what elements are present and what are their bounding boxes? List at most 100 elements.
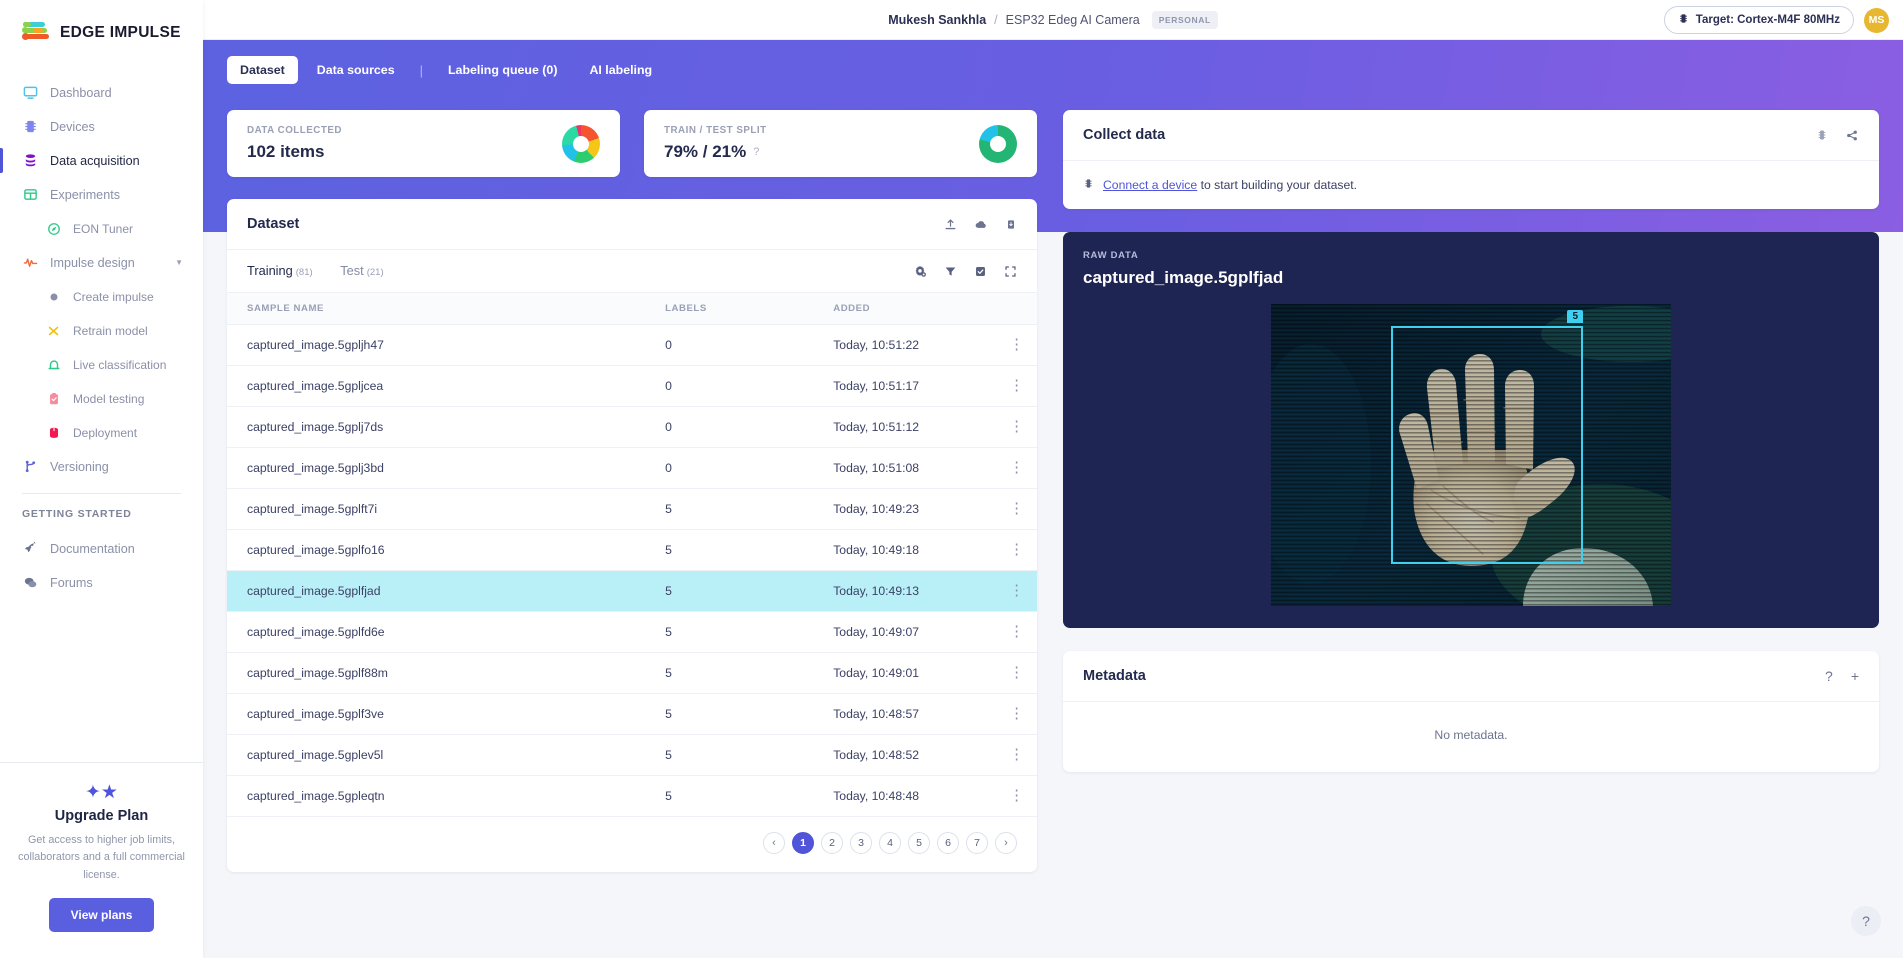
dataset-table-body: captured_image.5gpljh47 0 Today, 10:51:22 ⋮… <box>227 324 1037 817</box>
kebab-menu-icon[interactable]: ⋮ <box>1009 500 1024 517</box>
cell-labels: 5 <box>665 570 834 612</box>
table-row[interactable]: captured_image.5gplj7ds 0 Today, 10:51:12 ⋮ <box>227 406 1037 448</box>
pagination-page-6[interactable]: 6 <box>937 832 959 854</box>
upgrade-plan-text: Get access to higher job limits, collabo… <box>18 833 185 881</box>
settings-gear-icon[interactable] <box>913 264 927 278</box>
sidebar-item-label: Model testing <box>73 391 145 406</box>
kebab-menu-icon[interactable]: ⋮ <box>1009 336 1024 353</box>
sidebar-item-retrain-model[interactable]: Retrain model <box>0 316 203 345</box>
cloud-upload-icon[interactable] <box>974 218 988 231</box>
sidebar-item-deployment[interactable]: Deployment <box>0 418 203 447</box>
sidebar-item-model-testing[interactable]: Model testing <box>0 384 203 413</box>
column-actions <box>996 293 1037 325</box>
target-selector-button[interactable]: Target: Cortex-M4F 80MHz <box>1663 6 1854 34</box>
help-circle-icon[interactable]: ? <box>753 146 759 158</box>
device-chip-icon[interactable] <box>1816 128 1828 142</box>
help-question-icon[interactable]: ? <box>1825 668 1833 684</box>
fullscreen-expand-icon[interactable] <box>1004 265 1017 278</box>
sidebar-item-versioning[interactable]: Versioning <box>0 452 203 481</box>
table-row[interactable]: captured_image.5gplj3bd 0 Today, 10:51:08 ⋮ <box>227 447 1037 489</box>
data-collected-value: 102 items <box>247 142 325 161</box>
sparkle-star-icon: ✦★ <box>85 781 118 803</box>
sidebar-item-live-classification[interactable]: Live classification <box>0 350 203 379</box>
breadcrumb-project[interactable]: ESP32 Edeg AI Camera <box>1006 13 1140 27</box>
upload-icon[interactable] <box>944 218 957 231</box>
pagination-page-7[interactable]: 7 <box>966 832 988 854</box>
sidebar-divider <box>22 493 181 494</box>
help-floating-button[interactable]: ? <box>1851 906 1881 936</box>
pagination-prev[interactable]: ‹ <box>763 832 785 854</box>
tab-separator: | <box>419 62 423 78</box>
table-row[interactable]: captured_image.5gpljh47 0 Today, 10:51:22 ⋮ <box>227 324 1037 366</box>
table-row[interactable]: captured_image.5gplfd6e 5 Today, 10:49:07 ⋮ <box>227 611 1037 653</box>
cell-sample-name: captured_image.5gplfd6e <box>227 611 666 653</box>
breadcrumb: Mukesh Sankhla / ESP32 Edeg AI Camera PE… <box>888 10 1218 29</box>
pulse-icon <box>22 255 38 271</box>
table-row[interactable]: captured_image.5gplfo16 5 Today, 10:49:18 ⋮ <box>227 529 1037 571</box>
cell-added: Today, 10:51:08 <box>833 447 997 489</box>
tab-ai-labeling[interactable]: AI labeling <box>576 56 665 84</box>
data-collected-donut-chart <box>562 124 600 163</box>
table-row[interactable]: captured_image.5gplf3ve 5 Today, 10:48:57 ⋮ <box>227 693 1037 735</box>
cell-labels: 5 <box>665 652 834 694</box>
connect-a-device-link[interactable]: Connect a device <box>1103 178 1197 192</box>
kebab-menu-icon[interactable]: ⋮ <box>1009 623 1024 640</box>
breadcrumb-user[interactable]: Mukesh Sankhla <box>888 13 986 27</box>
cell-sample-name: captured_image.5gpljcea <box>227 365 666 407</box>
add-plus-icon[interactable]: + <box>1851 668 1859 684</box>
sample-image[interactable]: 5 <box>1271 304 1671 606</box>
sidebar-item-forums[interactable]: Forums <box>0 568 203 597</box>
sidebar-item-documentation[interactable]: Documentation <box>0 534 203 563</box>
table-row[interactable]: captured_image.5gpleqtn 5 Today, 10:48:48 ⋮ <box>227 775 1037 817</box>
subtab-training[interactable]: Training (81) <box>247 263 316 278</box>
cell-labels: 0 <box>665 365 834 407</box>
sidebar-item-devices[interactable]: Devices <box>0 112 203 141</box>
brand[interactable]: EDGE IMPULSE <box>0 0 203 66</box>
pagination-page-1[interactable]: 1 <box>792 832 814 854</box>
kebab-menu-icon[interactable]: ⋮ <box>1009 459 1024 476</box>
sidebar-item-label: Versioning <box>50 459 109 474</box>
column-labels: LABELS <box>665 293 834 325</box>
subtab-test[interactable]: Test (21) <box>340 263 383 278</box>
filter-icon[interactable] <box>944 265 957 278</box>
sidebar-item-experiments[interactable]: Experiments <box>0 180 203 209</box>
kebab-menu-icon[interactable]: ⋮ <box>1009 705 1024 722</box>
cell-labels: 5 <box>665 775 834 817</box>
avatar[interactable]: MS <box>1864 7 1889 33</box>
cell-labels: 0 <box>665 324 834 366</box>
kebab-menu-icon[interactable]: ⋮ <box>1009 541 1024 558</box>
checkbox-select-icon[interactable] <box>974 265 987 278</box>
table-row[interactable]: captured_image.5gplfjad 5 Today, 10:49:13 ⋮ <box>227 570 1037 612</box>
pagination-page-5[interactable]: 5 <box>908 832 930 854</box>
kebab-menu-icon[interactable]: ⋮ <box>1009 664 1024 681</box>
sidebar-item-dashboard[interactable]: Dashboard <box>0 78 203 107</box>
tab-dataset[interactable]: Dataset <box>227 56 298 84</box>
kebab-menu-icon[interactable]: ⋮ <box>1009 377 1024 394</box>
pagination-page-2[interactable]: 2 <box>821 832 843 854</box>
table-row[interactable]: captured_image.5gpljcea 0 Today, 10:51:17 ⋮ <box>227 365 1037 407</box>
kebab-menu-icon[interactable]: ⋮ <box>1009 582 1024 599</box>
cell-labels: 0 <box>665 406 834 448</box>
table-row[interactable]: captured_image.5gplev5l 5 Today, 10:48:52 ⋮ <box>227 734 1037 776</box>
view-plans-button[interactable]: View plans <box>48 898 155 932</box>
kebab-menu-icon[interactable]: ⋮ <box>1009 787 1024 804</box>
right-column: Collect data Connect a device to start b… <box>1063 110 1879 772</box>
tab-labeling-queue[interactable]: Labeling queue (0) <box>435 56 570 84</box>
pagination-page-3[interactable]: 3 <box>850 832 872 854</box>
sidebar-item-eon-tuner[interactable]: EON Tuner <box>0 214 203 243</box>
export-icon[interactable] <box>1005 218 1017 231</box>
page-tabs: Dataset Data sources | Labeling queue (0… <box>203 56 1903 84</box>
kebab-menu-icon[interactable]: ⋮ <box>1009 746 1024 763</box>
table-row[interactable]: captured_image.5gplft7i 5 Today, 10:49:23 ⋮ <box>227 488 1037 530</box>
sidebar-item-data-acquisition[interactable]: Data acquisition <box>0 146 203 175</box>
pagination-page-4[interactable]: 4 <box>879 832 901 854</box>
sidebar-item-create-impulse[interactable]: Create impulse <box>0 282 203 311</box>
kebab-menu-icon[interactable]: ⋮ <box>1009 418 1024 435</box>
tab-data-sources[interactable]: Data sources <box>304 56 408 84</box>
chevron-down-icon[interactable]: ▼ <box>175 258 183 267</box>
pagination-next[interactable]: › <box>995 832 1017 854</box>
connect-nodes-icon[interactable] <box>1845 129 1859 142</box>
sidebar-item-impulse-design[interactable]: Impulse design ▼ <box>0 248 203 277</box>
rocket-icon <box>22 541 38 557</box>
table-row[interactable]: captured_image.5gplf88m 5 Today, 10:49:01 ⋮ <box>227 652 1037 694</box>
